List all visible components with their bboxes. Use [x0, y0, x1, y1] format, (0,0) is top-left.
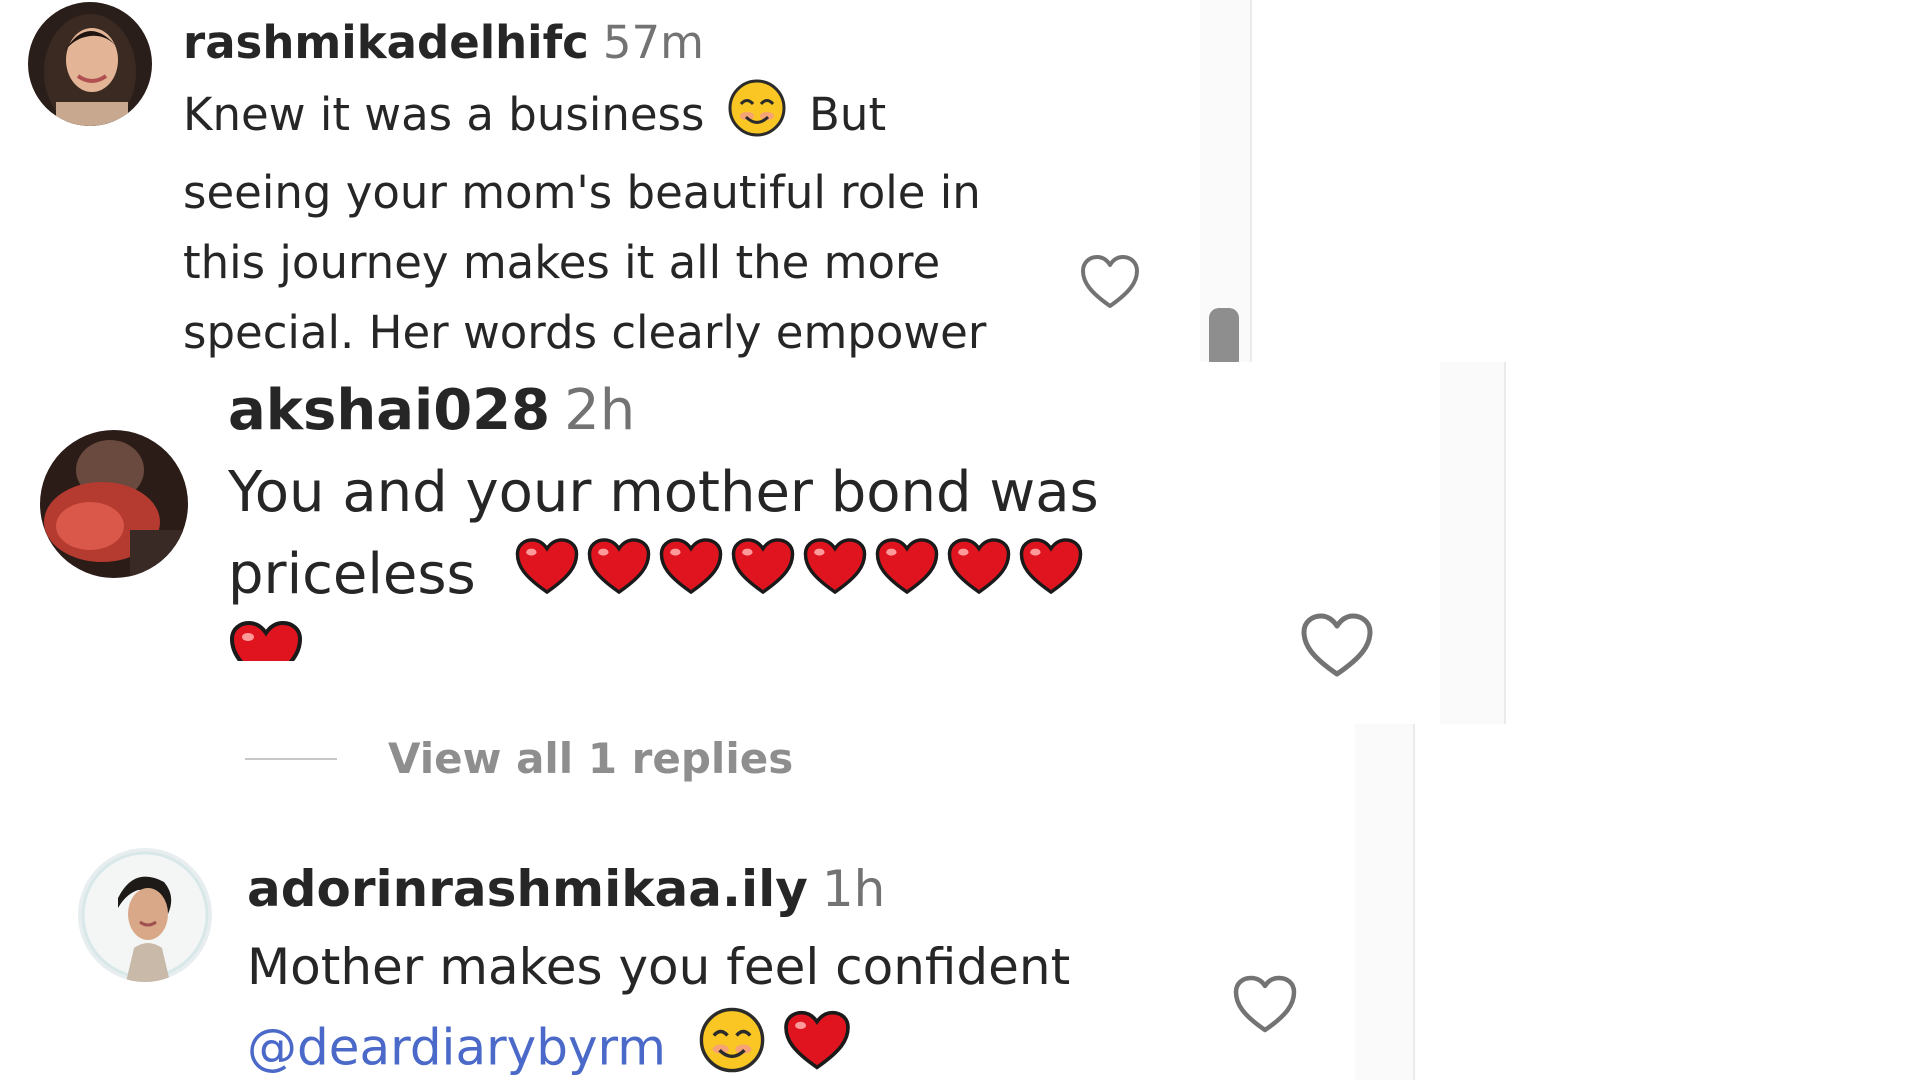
comment-line: @deardiarybyrm	[247, 1006, 1070, 1080]
scrollbar-track[interactable]	[1355, 724, 1413, 1080]
replies-divider	[245, 758, 337, 760]
red-heart-icon	[730, 536, 796, 619]
comment-header: rashmikadelhifc 57m	[183, 8, 986, 78]
username-link[interactable]: akshai028	[228, 378, 550, 443]
avatar-photo	[28, 2, 152, 126]
comment-line: priceless	[228, 534, 1099, 619]
comment-panel-1: rashmikadelhifc 57m Knew it was a busines…	[0, 0, 1257, 362]
heart-emoji-row	[494, 538, 1084, 607]
like-heart-icon[interactable]	[1080, 254, 1140, 310]
panel-divider	[1504, 362, 1506, 724]
smiling-face-icon	[698, 1006, 766, 1080]
like-heart-icon[interactable]	[1300, 612, 1374, 678]
comment-body: adorinrashmikaa.ily 1h Mother makes you f…	[247, 850, 1070, 1080]
avatar-photo	[78, 848, 212, 982]
panel-divider	[1413, 724, 1415, 1080]
timestamp[interactable]: 2h	[564, 378, 635, 443]
username-link[interactable]: adorinrashmikaa.ily	[247, 860, 808, 918]
red-heart-icon	[658, 536, 724, 619]
comment-line	[228, 619, 1099, 662]
red-heart-icon	[514, 536, 580, 619]
red-heart-icon	[946, 536, 1012, 619]
smiling-face-icon	[727, 78, 787, 158]
avatar-photo	[40, 430, 188, 578]
avatar[interactable]	[78, 848, 212, 982]
comment-body: akshai028 2h You and your mother bond was…	[228, 370, 1099, 662]
comment-body: rashmikadelhifc 57m Knew it was a busines…	[183, 8, 986, 362]
panel-divider	[1250, 0, 1252, 362]
comment-line: Mother makes you feel confident	[247, 938, 1071, 996]
comment-line: seeing your mom's beautiful role in	[183, 166, 981, 219]
timestamp[interactable]: 57m	[603, 16, 704, 69]
comment-header: adorinrashmikaa.ily 1h	[247, 850, 1070, 928]
red-heart-icon	[1018, 536, 1084, 619]
red-heart-icon	[782, 1009, 852, 1080]
avatar[interactable]	[40, 430, 188, 578]
mention-link[interactable]: @deardiarybyrm	[247, 1019, 666, 1077]
scrollbar-thumb[interactable]	[1209, 308, 1239, 362]
comment-line: this journey makes it all the more	[183, 236, 941, 289]
red-heart-icon	[586, 536, 652, 619]
red-heart-icon	[874, 536, 940, 619]
comment-panel-2: akshai028 2h You and your mother bond was…	[0, 362, 1512, 724]
comment-line: You and your mother bond was	[228, 460, 1099, 525]
timestamp[interactable]: 1h	[822, 860, 886, 918]
like-heart-icon[interactable]	[1232, 974, 1298, 1034]
scrollbar-track[interactable]	[1440, 362, 1506, 724]
view-replies-link[interactable]: View all 1 replies	[388, 734, 793, 783]
username-link[interactable]: rashmikadelhifc	[183, 16, 589, 69]
comment-line: special. Her words clearly empower	[183, 306, 987, 359]
comment-panel-3: View all 1 replies adorinrashmikaa.ily 1h…	[0, 724, 1420, 1080]
red-heart-icon	[228, 619, 304, 662]
comment-line: Knew it was a business But	[183, 78, 986, 158]
comment-header: akshai028 2h	[228, 370, 1099, 452]
red-heart-icon	[802, 536, 868, 619]
avatar[interactable]	[28, 2, 152, 126]
